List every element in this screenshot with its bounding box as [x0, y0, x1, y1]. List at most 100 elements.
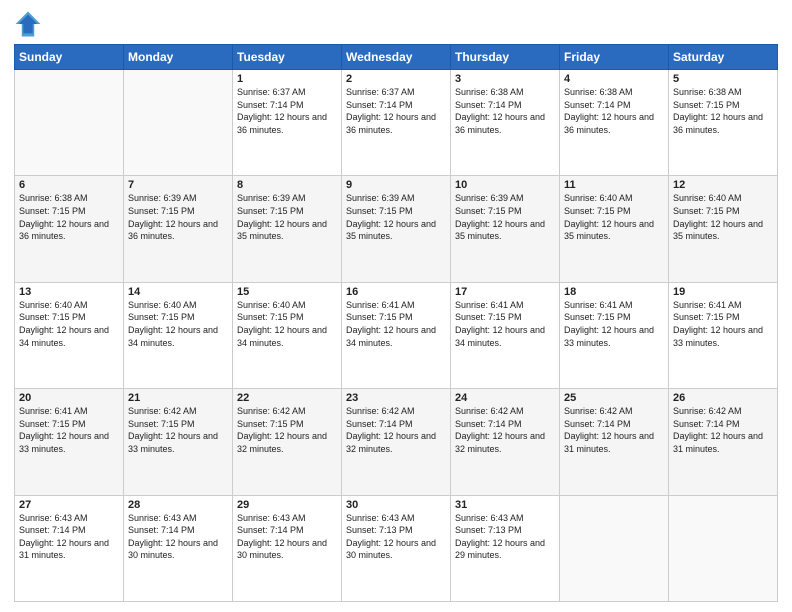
- day-number: 24: [455, 392, 555, 404]
- calendar-week-row: 6Sunrise: 6:38 AM Sunset: 7:15 PM Daylig…: [15, 176, 778, 282]
- logo-icon: [14, 10, 42, 38]
- day-info: Sunrise: 6:42 AM Sunset: 7:14 PM Dayligh…: [673, 405, 773, 455]
- day-info: Sunrise: 6:40 AM Sunset: 7:15 PM Dayligh…: [128, 299, 228, 349]
- day-info: Sunrise: 6:40 AM Sunset: 7:15 PM Dayligh…: [237, 299, 337, 349]
- weekday-header: Thursday: [451, 45, 560, 70]
- calendar-day-cell: 8Sunrise: 6:39 AM Sunset: 7:15 PM Daylig…: [233, 176, 342, 282]
- day-info: Sunrise: 6:41 AM Sunset: 7:15 PM Dayligh…: [19, 405, 119, 455]
- day-number: 17: [455, 286, 555, 298]
- day-info: Sunrise: 6:37 AM Sunset: 7:14 PM Dayligh…: [237, 86, 337, 136]
- day-info: Sunrise: 6:39 AM Sunset: 7:15 PM Dayligh…: [128, 192, 228, 242]
- day-info: Sunrise: 6:37 AM Sunset: 7:14 PM Dayligh…: [346, 86, 446, 136]
- calendar-day-cell: 7Sunrise: 6:39 AM Sunset: 7:15 PM Daylig…: [124, 176, 233, 282]
- day-info: Sunrise: 6:38 AM Sunset: 7:15 PM Dayligh…: [19, 192, 119, 242]
- day-info: Sunrise: 6:41 AM Sunset: 7:15 PM Dayligh…: [673, 299, 773, 349]
- day-number: 10: [455, 179, 555, 191]
- calendar-day-cell: 3Sunrise: 6:38 AM Sunset: 7:14 PM Daylig…: [451, 70, 560, 176]
- calendar-day-cell: 17Sunrise: 6:41 AM Sunset: 7:15 PM Dayli…: [451, 282, 560, 388]
- calendar-week-row: 13Sunrise: 6:40 AM Sunset: 7:15 PM Dayli…: [15, 282, 778, 388]
- weekday-header: Saturday: [669, 45, 778, 70]
- day-number: 3: [455, 73, 555, 85]
- weekday-header: Monday: [124, 45, 233, 70]
- day-info: Sunrise: 6:42 AM Sunset: 7:14 PM Dayligh…: [455, 405, 555, 455]
- day-info: Sunrise: 6:42 AM Sunset: 7:15 PM Dayligh…: [237, 405, 337, 455]
- day-number: 28: [128, 499, 228, 511]
- header: [14, 10, 778, 38]
- calendar-day-cell: 5Sunrise: 6:38 AM Sunset: 7:15 PM Daylig…: [669, 70, 778, 176]
- calendar-week-row: 27Sunrise: 6:43 AM Sunset: 7:14 PM Dayli…: [15, 495, 778, 601]
- day-number: 30: [346, 499, 446, 511]
- day-number: 31: [455, 499, 555, 511]
- weekday-header: Tuesday: [233, 45, 342, 70]
- day-number: 8: [237, 179, 337, 191]
- day-number: 22: [237, 392, 337, 404]
- day-number: 14: [128, 286, 228, 298]
- calendar-day-cell: [669, 495, 778, 601]
- day-number: 29: [237, 499, 337, 511]
- calendar-day-cell: 20Sunrise: 6:41 AM Sunset: 7:15 PM Dayli…: [15, 389, 124, 495]
- calendar-day-cell: 4Sunrise: 6:38 AM Sunset: 7:14 PM Daylig…: [560, 70, 669, 176]
- calendar-day-cell: 6Sunrise: 6:38 AM Sunset: 7:15 PM Daylig…: [15, 176, 124, 282]
- weekday-header: Friday: [560, 45, 669, 70]
- day-number: 23: [346, 392, 446, 404]
- calendar-day-cell: 13Sunrise: 6:40 AM Sunset: 7:15 PM Dayli…: [15, 282, 124, 388]
- calendar-day-cell: 21Sunrise: 6:42 AM Sunset: 7:15 PM Dayli…: [124, 389, 233, 495]
- calendar-day-cell: [560, 495, 669, 601]
- day-info: Sunrise: 6:41 AM Sunset: 7:15 PM Dayligh…: [346, 299, 446, 349]
- day-info: Sunrise: 6:39 AM Sunset: 7:15 PM Dayligh…: [346, 192, 446, 242]
- day-info: Sunrise: 6:38 AM Sunset: 7:14 PM Dayligh…: [455, 86, 555, 136]
- day-info: Sunrise: 6:40 AM Sunset: 7:15 PM Dayligh…: [19, 299, 119, 349]
- day-number: 7: [128, 179, 228, 191]
- calendar-day-cell: 24Sunrise: 6:42 AM Sunset: 7:14 PM Dayli…: [451, 389, 560, 495]
- calendar-day-cell: 28Sunrise: 6:43 AM Sunset: 7:14 PM Dayli…: [124, 495, 233, 601]
- calendar-day-cell: 18Sunrise: 6:41 AM Sunset: 7:15 PM Dayli…: [560, 282, 669, 388]
- day-number: 15: [237, 286, 337, 298]
- calendar-day-cell: 10Sunrise: 6:39 AM Sunset: 7:15 PM Dayli…: [451, 176, 560, 282]
- calendar-day-cell: 31Sunrise: 6:43 AM Sunset: 7:13 PM Dayli…: [451, 495, 560, 601]
- day-number: 25: [564, 392, 664, 404]
- day-info: Sunrise: 6:39 AM Sunset: 7:15 PM Dayligh…: [237, 192, 337, 242]
- calendar-day-cell: 1Sunrise: 6:37 AM Sunset: 7:14 PM Daylig…: [233, 70, 342, 176]
- day-info: Sunrise: 6:38 AM Sunset: 7:14 PM Dayligh…: [564, 86, 664, 136]
- day-info: Sunrise: 6:41 AM Sunset: 7:15 PM Dayligh…: [455, 299, 555, 349]
- calendar-header: SundayMondayTuesdayWednesdayThursdayFrid…: [15, 45, 778, 70]
- calendar-day-cell: [15, 70, 124, 176]
- page: SundayMondayTuesdayWednesdayThursdayFrid…: [0, 0, 792, 612]
- calendar-day-cell: 16Sunrise: 6:41 AM Sunset: 7:15 PM Dayli…: [342, 282, 451, 388]
- day-number: 20: [19, 392, 119, 404]
- day-number: 13: [19, 286, 119, 298]
- day-number: 19: [673, 286, 773, 298]
- calendar-day-cell: 15Sunrise: 6:40 AM Sunset: 7:15 PM Dayli…: [233, 282, 342, 388]
- day-info: Sunrise: 6:43 AM Sunset: 7:13 PM Dayligh…: [346, 512, 446, 562]
- logo: [14, 10, 46, 38]
- calendar-day-cell: 26Sunrise: 6:42 AM Sunset: 7:14 PM Dayli…: [669, 389, 778, 495]
- day-number: 26: [673, 392, 773, 404]
- calendar-day-cell: 19Sunrise: 6:41 AM Sunset: 7:15 PM Dayli…: [669, 282, 778, 388]
- day-info: Sunrise: 6:43 AM Sunset: 7:14 PM Dayligh…: [237, 512, 337, 562]
- day-info: Sunrise: 6:42 AM Sunset: 7:15 PM Dayligh…: [128, 405, 228, 455]
- day-info: Sunrise: 6:40 AM Sunset: 7:15 PM Dayligh…: [673, 192, 773, 242]
- day-info: Sunrise: 6:38 AM Sunset: 7:15 PM Dayligh…: [673, 86, 773, 136]
- day-number: 1: [237, 73, 337, 85]
- day-number: 21: [128, 392, 228, 404]
- calendar-body: 1Sunrise: 6:37 AM Sunset: 7:14 PM Daylig…: [15, 70, 778, 602]
- day-info: Sunrise: 6:43 AM Sunset: 7:13 PM Dayligh…: [455, 512, 555, 562]
- day-number: 9: [346, 179, 446, 191]
- day-number: 16: [346, 286, 446, 298]
- day-number: 4: [564, 73, 664, 85]
- calendar-day-cell: 12Sunrise: 6:40 AM Sunset: 7:15 PM Dayli…: [669, 176, 778, 282]
- calendar-day-cell: [124, 70, 233, 176]
- calendar-day-cell: 23Sunrise: 6:42 AM Sunset: 7:14 PM Dayli…: [342, 389, 451, 495]
- day-info: Sunrise: 6:39 AM Sunset: 7:15 PM Dayligh…: [455, 192, 555, 242]
- weekday-header: Wednesday: [342, 45, 451, 70]
- calendar-day-cell: 27Sunrise: 6:43 AM Sunset: 7:14 PM Dayli…: [15, 495, 124, 601]
- calendar-week-row: 20Sunrise: 6:41 AM Sunset: 7:15 PM Dayli…: [15, 389, 778, 495]
- day-number: 11: [564, 179, 664, 191]
- calendar-day-cell: 25Sunrise: 6:42 AM Sunset: 7:14 PM Dayli…: [560, 389, 669, 495]
- day-info: Sunrise: 6:43 AM Sunset: 7:14 PM Dayligh…: [128, 512, 228, 562]
- day-number: 18: [564, 286, 664, 298]
- day-info: Sunrise: 6:41 AM Sunset: 7:15 PM Dayligh…: [564, 299, 664, 349]
- weekday-header: Sunday: [15, 45, 124, 70]
- day-number: 6: [19, 179, 119, 191]
- calendar-day-cell: 22Sunrise: 6:42 AM Sunset: 7:15 PM Dayli…: [233, 389, 342, 495]
